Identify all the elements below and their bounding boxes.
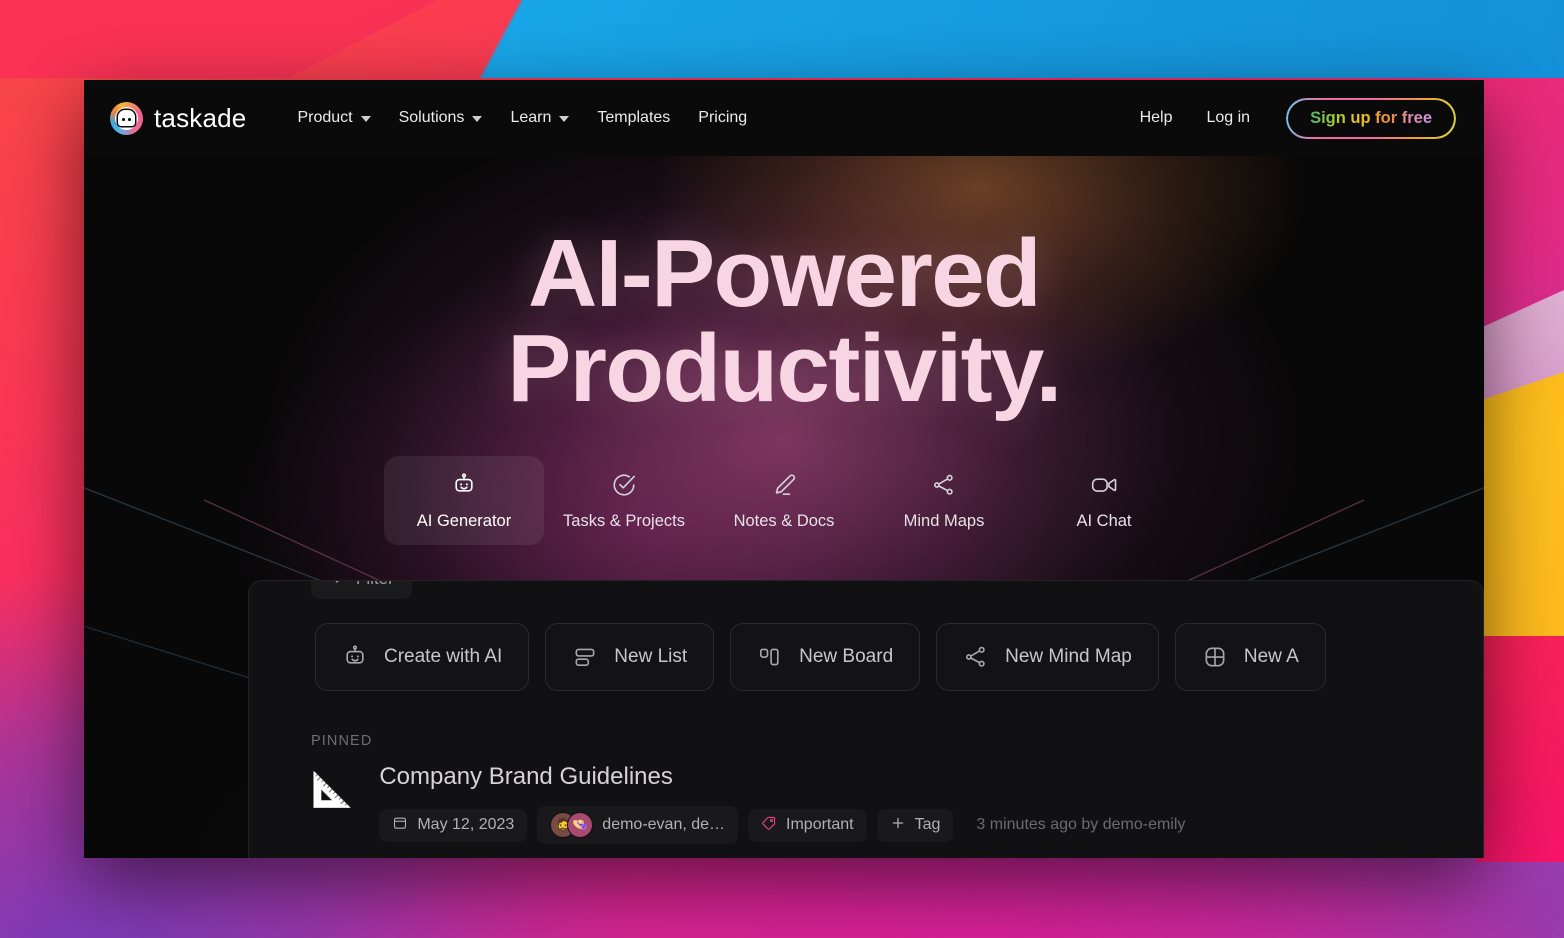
- nav-item-pricing[interactable]: Pricing: [685, 100, 760, 136]
- avatar: 👒: [567, 812, 594, 838]
- hero-section: AI-Powered Productivity.: [84, 156, 1484, 423]
- logo-face-glyph: [118, 110, 135, 126]
- hero-title-line-2: Productivity.: [507, 315, 1062, 423]
- signup-button[interactable]: Sign up for free: [1286, 97, 1456, 139]
- plus-icon: [890, 815, 906, 836]
- secondary-nav-links: Help Log in Sign up for free: [1126, 97, 1456, 139]
- new-action-label: New A: [1243, 646, 1299, 667]
- tab-notes-docs[interactable]: Notes & Docs: [704, 456, 864, 545]
- nav-item-product[interactable]: Product: [284, 100, 383, 136]
- quick-action-row: Create with AI New List New Board New Mi…: [249, 581, 1483, 691]
- check-circle-icon: [611, 472, 637, 498]
- collaborators-label: demo-evan, de…: [602, 816, 726, 833]
- tab-mind-maps[interactable]: Mind Maps: [864, 456, 1024, 545]
- app-preview-card: Filter Create with AI: [248, 580, 1484, 858]
- board-icon: [757, 644, 783, 670]
- new-mind-map-button[interactable]: New Mind Map: [936, 623, 1159, 691]
- robot-icon: [451, 472, 477, 498]
- new-mind-map-label: New Mind Map: [1005, 646, 1132, 667]
- tab-ai-generator[interactable]: AI Generator: [384, 456, 544, 546]
- nav-item-templates-label: Templates: [597, 109, 671, 126]
- share-nodes-icon: [963, 644, 989, 670]
- login-link[interactable]: Log in: [1192, 100, 1264, 136]
- primary-nav-links: Product Solutions Learn Templates Pricin…: [284, 100, 760, 136]
- create-with-ai-label: Create with AI: [384, 646, 503, 667]
- tab-tasks-projects-label: Tasks & Projects: [563, 512, 685, 531]
- funnel-icon: [329, 581, 346, 590]
- nav-item-templates[interactable]: Templates: [584, 100, 683, 136]
- tab-ai-chat-label: AI Chat: [1076, 512, 1132, 531]
- pencil-icon: [771, 472, 797, 498]
- tab-ai-generator-label: AI Generator: [416, 512, 512, 531]
- new-action-button[interactable]: New A: [1174, 623, 1326, 691]
- tab-mind-maps-label: Mind Maps: [903, 512, 985, 531]
- status-badge-label: Important: [786, 816, 854, 833]
- status-badge[interactable]: Important: [748, 809, 867, 842]
- nav-item-solutions-label: Solutions: [398, 109, 465, 126]
- collaborators-chip[interactable]: 🧔 👒 demo-evan, de…: [537, 806, 738, 844]
- brand-logo[interactable]: taskade: [110, 101, 247, 135]
- new-list-button[interactable]: New List: [545, 623, 715, 691]
- calendar-icon: [392, 815, 408, 836]
- due-date-label: May 12, 2023: [417, 816, 515, 833]
- tab-tasks-projects[interactable]: Tasks & Projects: [544, 456, 704, 545]
- add-tag-label: Tag: [914, 816, 941, 833]
- triangle-ruler-icon: 📐: [311, 771, 354, 809]
- new-list-label: New List: [614, 646, 688, 667]
- feature-tab-bar: AI Generator Tasks & Projects Notes & Do…: [84, 456, 1484, 546]
- tab-notes-docs-label: Notes & Docs: [733, 512, 835, 531]
- list-item-title: Company Brand Guidelines: [379, 763, 673, 790]
- taskade-logo-icon: [110, 101, 143, 135]
- video-camera-icon: [1090, 472, 1118, 498]
- hero-title-line-1: AI-Powered: [527, 220, 1042, 327]
- page-title: AI-Powered Productivity.: [84, 226, 1484, 423]
- nav-item-learn-label: Learn: [510, 109, 552, 126]
- create-with-ai-button[interactable]: Create with AI: [315, 623, 530, 691]
- new-board-label: New Board: [799, 646, 894, 667]
- due-date-chip[interactable]: May 12, 2023: [379, 809, 527, 842]
- robot-icon: [342, 644, 368, 670]
- list-item-body: Company Brand Guidelines May 12, 2023 🧔 …: [379, 763, 1198, 844]
- browser-window: taskade Product Solutions Learn Template…: [84, 80, 1484, 858]
- filter-button[interactable]: Filter: [311, 581, 412, 599]
- nav-item-learn[interactable]: Learn: [497, 100, 582, 136]
- add-tag-button[interactable]: Tag: [877, 809, 954, 842]
- nav-item-solutions[interactable]: Solutions: [386, 100, 496, 136]
- chevron-down-icon: [360, 116, 371, 122]
- nav-item-pricing-label: Pricing: [698, 109, 748, 126]
- filter-button-label: Filter: [356, 581, 394, 589]
- list-item-meta: May 12, 2023 🧔 👒 demo-evan, de… Importan…: [379, 806, 1198, 844]
- chevron-down-icon: [559, 116, 570, 122]
- last-updated-text: 3 minutes ago by demo-emily: [976, 816, 1186, 833]
- pinned-section-label: PINNED: [311, 733, 373, 749]
- tag-icon: [761, 815, 777, 836]
- brand-name: taskade: [154, 102, 247, 133]
- avatar-group: 🧔 👒: [550, 812, 594, 838]
- help-link[interactable]: Help: [1126, 100, 1187, 136]
- share-nodes-icon: [931, 472, 957, 498]
- list-icon: [572, 644, 598, 670]
- nav-item-product-label: Product: [297, 109, 353, 126]
- grid-icon: [1202, 644, 1228, 670]
- new-board-button[interactable]: New Board: [730, 623, 921, 691]
- signup-button-label: Sign up for free: [1310, 108, 1432, 127]
- tab-ai-chat[interactable]: AI Chat: [1024, 456, 1184, 545]
- list-item[interactable]: 📐 Company Brand Guidelines May 12, 2023: [311, 763, 1483, 844]
- chevron-down-icon: [472, 116, 483, 122]
- top-navigation-bar: taskade Product Solutions Learn Template…: [84, 80, 1484, 156]
